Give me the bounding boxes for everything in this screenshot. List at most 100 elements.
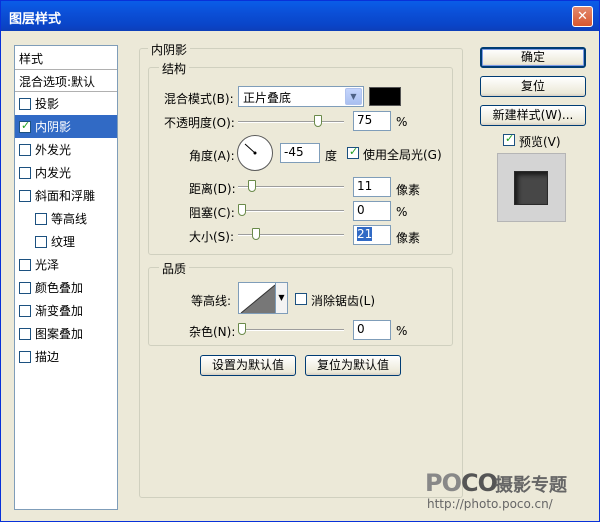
size-input[interactable]: 21 bbox=[353, 225, 391, 245]
style-item[interactable]: 纹理 bbox=[15, 230, 117, 253]
new-style-button[interactable]: 新建样式(W)... bbox=[480, 105, 586, 126]
style-item-label: 内阴影 bbox=[35, 120, 72, 134]
style-item[interactable]: 描边 bbox=[15, 345, 117, 368]
ok-button[interactable]: 确定 bbox=[480, 47, 586, 68]
noise-unit: % bbox=[396, 324, 408, 338]
style-item-checkbox[interactable] bbox=[19, 304, 31, 317]
style-item[interactable]: 内阴影 bbox=[15, 115, 117, 138]
angle-unit: 度 bbox=[325, 149, 338, 163]
chevron-down-icon: ▼ bbox=[345, 88, 362, 105]
choke-slider-thumb[interactable] bbox=[238, 204, 246, 216]
quality-title: 品质 bbox=[159, 260, 190, 277]
style-item-checkbox[interactable] bbox=[19, 350, 31, 363]
choke-unit: % bbox=[396, 205, 408, 219]
size-label: 大小(S): bbox=[189, 230, 235, 244]
style-list-header[interactable]: 样式 bbox=[15, 46, 117, 70]
style-item-label: 斜面和浮雕 bbox=[35, 189, 96, 203]
style-item-label: 颜色叠加 bbox=[35, 281, 84, 295]
style-items: 投影内阴影外发光内发光斜面和浮雕等高线纹理光泽颜色叠加渐变叠加图案叠加描边 bbox=[15, 92, 117, 368]
choke-label: 阻塞(C): bbox=[189, 206, 235, 220]
style-item[interactable]: 斜面和浮雕 bbox=[15, 184, 117, 207]
style-item[interactable]: 颜色叠加 bbox=[15, 276, 117, 299]
style-item-label: 渐变叠加 bbox=[35, 304, 84, 318]
close-button[interactable]: ✕ bbox=[572, 6, 593, 27]
style-item-label: 外发光 bbox=[35, 143, 72, 157]
make-default-button[interactable]: 设置为默认值 bbox=[200, 355, 296, 376]
style-item-label: 图案叠加 bbox=[35, 327, 84, 341]
style-item[interactable]: 图案叠加 bbox=[15, 322, 117, 345]
style-item-checkbox[interactable] bbox=[19, 166, 31, 179]
style-item-checkbox[interactable] bbox=[19, 281, 31, 294]
angle-input[interactable]: -45 bbox=[280, 143, 320, 163]
preview-label[interactable]: 预览(V) bbox=[519, 133, 561, 150]
contour-dropdown-button[interactable]: ▼ bbox=[276, 282, 288, 314]
style-item-checkbox[interactable] bbox=[19, 143, 31, 156]
choke-input[interactable]: 0 bbox=[353, 201, 391, 221]
reset-button[interactable]: 复位 bbox=[480, 76, 586, 97]
opacity-slider-thumb[interactable] bbox=[314, 115, 322, 127]
global-light-label[interactable]: 使用全局光(G) bbox=[363, 146, 442, 163]
opacity-input[interactable]: 75 bbox=[353, 111, 391, 131]
watermark-logo: POCO bbox=[425, 469, 498, 497]
size-slider[interactable] bbox=[238, 228, 344, 240]
style-item-checkbox[interactable] bbox=[19, 119, 31, 133]
panel-title: 内阴影 bbox=[148, 41, 191, 58]
title-bar[interactable]: 图层样式 ✕ bbox=[1, 1, 599, 31]
distance-slider-thumb[interactable] bbox=[248, 180, 256, 192]
style-item-checkbox[interactable] bbox=[19, 327, 31, 340]
angle-needle-icon bbox=[244, 143, 257, 155]
watermark-url: http://photo.poco.cn/ bbox=[427, 497, 553, 511]
style-item-label: 等高线 bbox=[51, 212, 88, 226]
noise-slider[interactable] bbox=[238, 323, 344, 335]
preview-swatch bbox=[514, 171, 548, 205]
style-item-checkbox[interactable] bbox=[19, 258, 31, 271]
style-item[interactable]: 外发光 bbox=[15, 138, 117, 161]
anti-alias-checkbox[interactable] bbox=[295, 293, 307, 305]
dialog-title: 图层样式 bbox=[9, 12, 62, 27]
style-item[interactable]: 渐变叠加 bbox=[15, 299, 117, 322]
distance-slider[interactable] bbox=[238, 180, 344, 192]
blend-options-item[interactable]: 混合选项:默认 bbox=[15, 70, 117, 92]
structure-title: 结构 bbox=[159, 60, 190, 77]
opacity-unit: % bbox=[396, 115, 408, 129]
contour-picker[interactable] bbox=[238, 282, 276, 314]
blend-mode-select[interactable]: 正片叠底 ▼ bbox=[238, 86, 364, 107]
opacity-slider[interactable] bbox=[238, 115, 344, 127]
distance-input[interactable]: 11 bbox=[353, 177, 391, 197]
preview-checkbox[interactable] bbox=[503, 132, 515, 146]
angle-label: 角度(A): bbox=[189, 149, 235, 163]
contour-linear-icon bbox=[240, 284, 275, 313]
watermark-brand: 摄影专题 bbox=[495, 475, 567, 496]
style-item[interactable]: 投影 bbox=[15, 92, 117, 115]
style-item-label: 描边 bbox=[35, 350, 60, 364]
shadow-color-swatch[interactable] bbox=[369, 87, 401, 106]
style-item-checkbox[interactable] bbox=[35, 235, 47, 248]
watermark-logo-a: PO bbox=[425, 469, 462, 497]
opacity-label: 不透明度(O): bbox=[164, 116, 235, 130]
style-item-checkbox[interactable] bbox=[19, 97, 31, 110]
style-item-label: 纹理 bbox=[51, 235, 76, 249]
blend-mode-label: 混合模式(B): bbox=[164, 92, 234, 106]
angle-dial[interactable] bbox=[237, 135, 273, 171]
blend-mode-value: 正片叠底 bbox=[243, 91, 292, 105]
size-slider-thumb[interactable] bbox=[252, 228, 260, 240]
noise-slider-thumb[interactable] bbox=[238, 323, 246, 335]
style-item[interactable]: 内发光 bbox=[15, 161, 117, 184]
style-item-label: 光泽 bbox=[35, 258, 60, 272]
distance-unit: 像素 bbox=[396, 183, 421, 197]
preview-thumbnail bbox=[497, 153, 566, 222]
watermark-logo-b: CO bbox=[461, 469, 498, 497]
style-item[interactable]: 等高线 bbox=[15, 207, 117, 230]
layer-style-dialog: 图层样式 ✕ 样式 混合选项:默认 投影内阴影外发光内发光斜面和浮雕等高线纹理光… bbox=[0, 0, 600, 522]
style-item-checkbox[interactable] bbox=[35, 212, 47, 225]
reset-default-button[interactable]: 复位为默认值 bbox=[305, 355, 401, 376]
style-item-checkbox[interactable] bbox=[19, 189, 31, 202]
global-light-checkbox[interactable] bbox=[347, 145, 359, 159]
style-item-label: 投影 bbox=[35, 97, 60, 111]
choke-slider[interactable] bbox=[238, 204, 344, 216]
anti-alias-label[interactable]: 消除锯齿(L) bbox=[311, 292, 375, 309]
watermark: POCO 摄影专题 http://photo.poco.cn/ bbox=[425, 469, 567, 511]
contour-label: 等高线: bbox=[191, 294, 232, 308]
style-item[interactable]: 光泽 bbox=[15, 253, 117, 276]
noise-input[interactable]: 0 bbox=[353, 320, 391, 340]
